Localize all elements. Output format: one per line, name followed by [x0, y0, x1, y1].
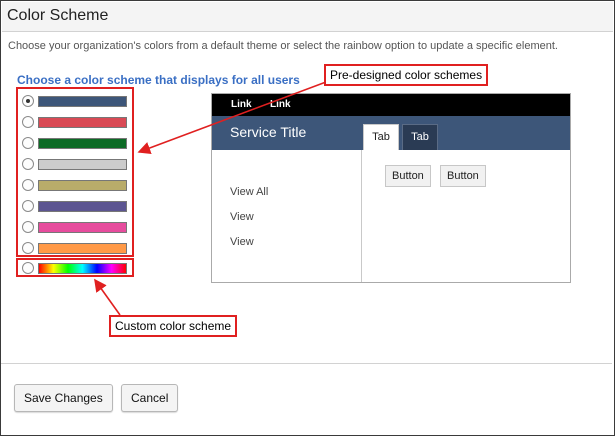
- title-bar: Color Scheme: [2, 2, 613, 32]
- custom-scheme-radio[interactable]: [22, 262, 34, 274]
- description-text: Choose your organization's colors from a…: [8, 40, 558, 52]
- scheme-option[interactable]: [22, 178, 132, 192]
- scheme-radio[interactable]: [22, 200, 34, 212]
- preview-button: Button: [385, 165, 431, 187]
- color-swatch[interactable]: [38, 138, 127, 149]
- scheme-radio[interactable]: [22, 221, 34, 233]
- color-swatch[interactable]: [38, 222, 127, 233]
- preview-button: Button: [440, 165, 486, 187]
- scheme-radio[interactable]: [22, 95, 34, 107]
- rainbow-swatch[interactable]: [38, 263, 127, 274]
- save-changes-button[interactable]: Save Changes: [14, 384, 113, 412]
- color-swatch[interactable]: [38, 180, 127, 191]
- scheme-option[interactable]: [22, 220, 132, 234]
- custom-scheme-option-box: [16, 258, 134, 277]
- preview-link: Link: [270, 99, 291, 110]
- color-swatch[interactable]: [38, 96, 127, 107]
- preview-header-band: Service Title Tab Tab: [212, 116, 570, 150]
- color-swatch[interactable]: [38, 159, 127, 170]
- preview-tab: Tab: [402, 124, 438, 150]
- predesigned-scheme-list: [16, 87, 134, 257]
- window-title: Color Scheme: [7, 7, 109, 24]
- preview-nav-item: View: [230, 211, 254, 223]
- scheme-radio[interactable]: [22, 158, 34, 170]
- theme-preview: Link Link Service Title Tab Tab Button B…: [211, 93, 571, 283]
- color-swatch[interactable]: [38, 201, 127, 212]
- preview-nav-item: View: [230, 236, 254, 248]
- preview-nav-item: View All: [230, 186, 269, 198]
- scheme-option[interactable]: [22, 157, 132, 171]
- preview-link: Link: [231, 99, 252, 110]
- scheme-option[interactable]: [22, 199, 132, 213]
- footer-divider: [1, 363, 612, 364]
- custom-scheme-option[interactable]: [22, 261, 132, 275]
- scheme-option[interactable]: [22, 136, 132, 150]
- preview-content-area: Button Button: [361, 150, 570, 282]
- scheme-radio[interactable]: [22, 137, 34, 149]
- scheme-option[interactable]: [22, 94, 132, 108]
- color-swatch[interactable]: [38, 243, 127, 254]
- callout-custom: Custom color scheme: [109, 315, 238, 337]
- cancel-button[interactable]: Cancel: [121, 384, 179, 412]
- scheme-radio[interactable]: [22, 116, 34, 128]
- scheme-radio[interactable]: [22, 242, 34, 254]
- scheme-radio[interactable]: [22, 179, 34, 191]
- callout-predesigned: Pre-designed color schemes: [324, 64, 489, 86]
- scheme-option[interactable]: [22, 115, 132, 129]
- color-swatch[interactable]: [38, 117, 127, 128]
- scheme-heading: Choose a color scheme that displays for …: [17, 73, 300, 87]
- preview-service-title: Service Title: [230, 124, 307, 140]
- scheme-option[interactable]: [22, 241, 132, 255]
- preview-tab-active: Tab: [363, 124, 399, 150]
- preview-top-bar: Link Link: [212, 94, 570, 116]
